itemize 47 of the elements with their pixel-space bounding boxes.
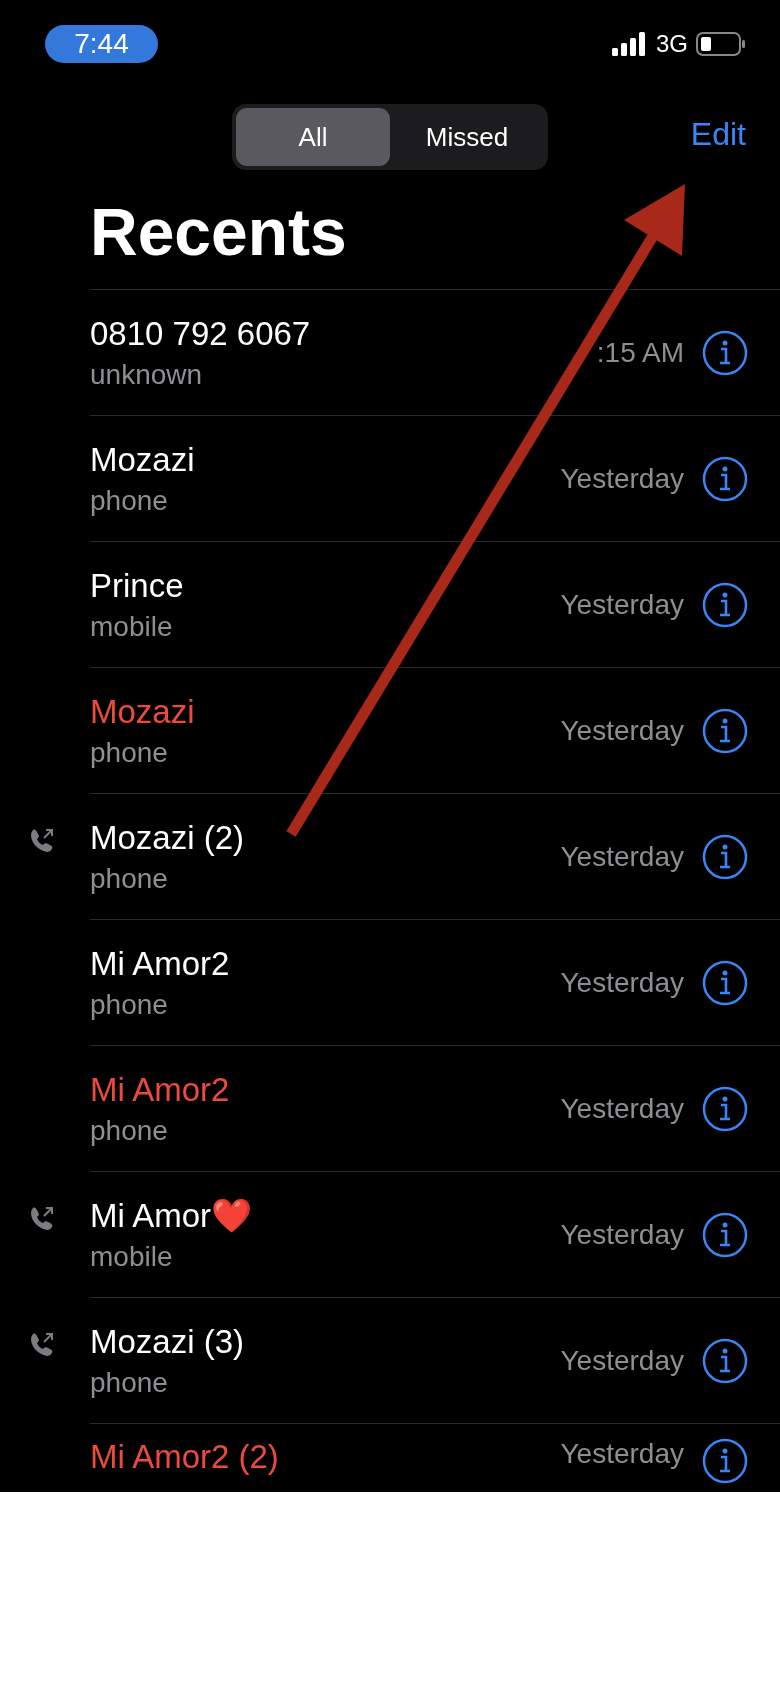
battery-icon <box>696 32 746 56</box>
network-label: 3G <box>656 30 688 58</box>
call-time: Yesterday <box>560 1092 684 1125</box>
signal-icon <box>612 32 648 56</box>
status-time: 7:44 <box>45 25 158 63</box>
number-label: phone <box>90 1114 169 1147</box>
info-icon[interactable] <box>702 329 748 376</box>
call-time: :15 AM <box>596 336 684 369</box>
call-time: Yesterday <box>560 840 684 873</box>
contact-name: Mi Amor2 <box>90 944 231 983</box>
call-time: Yesterday <box>560 588 684 621</box>
segment-tab[interactable]: Missed <box>390 108 544 166</box>
info-icon[interactable] <box>702 1085 748 1132</box>
number-label: phone <box>90 862 169 895</box>
contact-name: Prince <box>90 566 185 605</box>
contact-name: 0810 792 6067 <box>90 314 312 353</box>
call-time: Yesterday <box>560 714 684 747</box>
info-icon[interactable] <box>702 1211 748 1258</box>
contact-name: Mozazi <box>90 692 196 731</box>
call-time: Yesterday <box>560 462 684 495</box>
number-label: phone <box>90 484 169 517</box>
contact-name: Mi Amor2 (2) <box>90 1438 280 1476</box>
number-label: phone <box>90 988 169 1021</box>
contact-name: Mozazi (2) <box>90 818 246 857</box>
contact-name: Mi Amor2 <box>90 1070 231 1109</box>
page-title: Recents <box>90 194 348 271</box>
segment-tab[interactable]: All <box>236 108 390 166</box>
info-icon[interactable] <box>702 1337 748 1384</box>
info-icon[interactable] <box>702 1438 748 1484</box>
call-time: Yesterday <box>560 1218 684 1251</box>
contact-name: Mi Amor❤ <box>90 1196 253 1235</box>
contact-name: Mozazi (3) <box>90 1322 246 1361</box>
call-time: Yesterday <box>560 1438 684 1470</box>
call-time: Yesterday <box>560 966 684 999</box>
info-icon[interactable] <box>702 455 748 502</box>
number-label: unknown <box>90 358 204 391</box>
call-time: Yesterday <box>560 1344 684 1377</box>
info-icon[interactable] <box>702 581 748 628</box>
info-icon[interactable] <box>702 833 748 880</box>
number-label: mobile <box>90 1241 174 1273</box>
number-label: phone <box>90 1366 169 1399</box>
info-icon[interactable] <box>702 707 748 754</box>
number-label: mobile <box>90 610 174 643</box>
contact-name: Mozazi <box>90 440 196 479</box>
edit-button[interactable]: Edit <box>690 116 746 153</box>
number-label: phone <box>90 736 169 769</box>
info-icon[interactable] <box>702 959 748 1006</box>
